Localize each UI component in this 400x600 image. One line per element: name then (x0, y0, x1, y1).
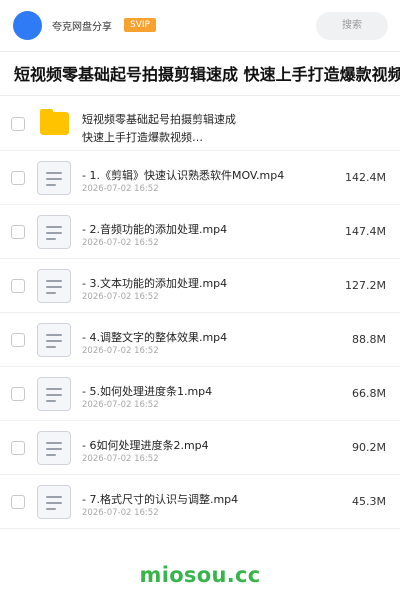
row-checkbox[interactable] (11, 495, 25, 509)
file-date: 2026-07-02 16:52 (82, 508, 159, 518)
row-checkbox[interactable] (11, 225, 25, 239)
file-size: 142.4M (345, 171, 386, 184)
row-checkbox[interactable] (11, 441, 25, 455)
file-row[interactable]: - 5.如何处理进度条1.mp4 2026-07-02 16:52 66.8M (0, 367, 400, 421)
video-file-icon (37, 215, 71, 249)
folder-name-line2: 快速上手打造爆款视频… (82, 131, 203, 144)
file-row[interactable]: - 2.音频功能的添加处理.mp4 2026-07-02 16:52 147.4… (0, 205, 400, 259)
file-size: 147.4M (345, 225, 386, 238)
row-checkbox[interactable] (11, 279, 25, 293)
file-date: 2026-07-02 16:52 (82, 346, 159, 356)
file-row[interactable]: - 7.格式尺寸的认识与调整.mp4 2026-07-02 16:52 45.3… (0, 475, 400, 529)
file-date: 2026-07-02 16:52 (82, 454, 159, 464)
video-file-icon (37, 323, 71, 357)
file-name: - 1.《剪辑》快速认识熟悉软件MOV.mp4 (82, 169, 285, 182)
search-button[interactable]: 搜索 (316, 12, 388, 40)
file-name: - 7.格式尺寸的认识与调整.mp4 (82, 493, 239, 506)
page-title: 短视频零基础起号拍摄剪辑速成 快速上手打造爆款视频之路 (14, 65, 400, 84)
avatar[interactable] (13, 11, 42, 40)
file-date: 2026-07-02 16:52 (82, 238, 159, 248)
file-date: 2026-07-02 16:52 (82, 400, 159, 410)
divider (0, 95, 400, 96)
file-name: - 5.如何处理进度条1.mp4 (82, 385, 213, 398)
video-file-icon (37, 377, 71, 411)
file-size: 66.8M (352, 387, 386, 400)
row-checkbox[interactable] (11, 171, 25, 185)
video-file-icon (37, 269, 71, 303)
file-name: - 3.文本功能的添加处理.mp4 (82, 277, 228, 290)
file-size: 45.3M (352, 495, 386, 508)
file-row[interactable]: - 3.文本功能的添加处理.mp4 2026-07-02 16:52 127.2… (0, 259, 400, 313)
top-bar: 夸克网盘分享 SVIP 搜索 (0, 0, 400, 52)
file-date: 2026-07-02 16:52 (82, 292, 159, 302)
row-checkbox[interactable] (11, 333, 25, 347)
file-name: - 4.调整文字的整体效果.mp4 (82, 331, 228, 344)
file-size: 90.2M (352, 441, 386, 454)
video-file-icon (37, 485, 71, 519)
row-checkbox[interactable] (11, 117, 25, 131)
row-checkbox[interactable] (11, 387, 25, 401)
file-date: 2026-07-02 16:52 (82, 184, 159, 194)
svip-badge: SVIP (124, 18, 156, 32)
file-row[interactable]: - 4.调整文字的整体效果.mp4 2026-07-02 16:52 88.8M (0, 313, 400, 367)
user-name: 夸克网盘分享 (52, 22, 112, 33)
file-size: 127.2M (345, 279, 386, 292)
watermark: miosou.cc (139, 563, 261, 587)
folder-icon (40, 109, 69, 135)
file-size: 88.8M (352, 333, 386, 346)
file-name: - 2.音频功能的添加处理.mp4 (82, 223, 228, 236)
file-row[interactable]: - 6如何处理进度条2.mp4 2026-07-02 16:52 90.2M (0, 421, 400, 475)
file-name: - 6如何处理进度条2.mp4 (82, 439, 209, 452)
file-row[interactable]: - 1.《剪辑》快速认识熟悉软件MOV.mp4 2026-07-02 16:52… (0, 151, 400, 205)
folder-name-line1: 短视频零基础起号拍摄剪辑速成 (82, 113, 236, 126)
video-file-icon (37, 431, 71, 465)
video-file-icon (37, 161, 71, 195)
